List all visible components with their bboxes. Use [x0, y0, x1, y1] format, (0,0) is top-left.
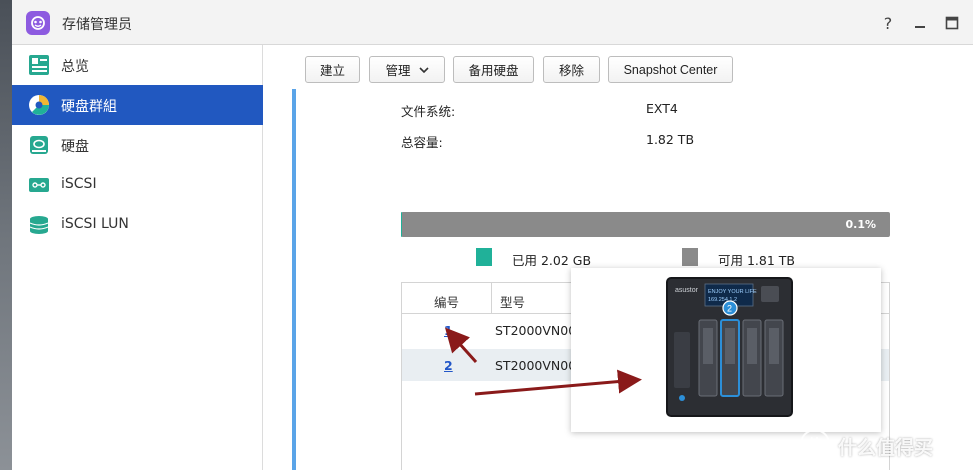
- arrow-to-disk-2: [444, 327, 478, 364]
- site-watermark: 值 什么值得买: [790, 425, 970, 465]
- watermark-text: 什么值得买: [838, 437, 934, 459]
- annotation-arrows: [444, 327, 642, 396]
- watermark-badge: 值: [800, 429, 830, 459]
- arrow-to-nas-bay: [474, 369, 642, 396]
